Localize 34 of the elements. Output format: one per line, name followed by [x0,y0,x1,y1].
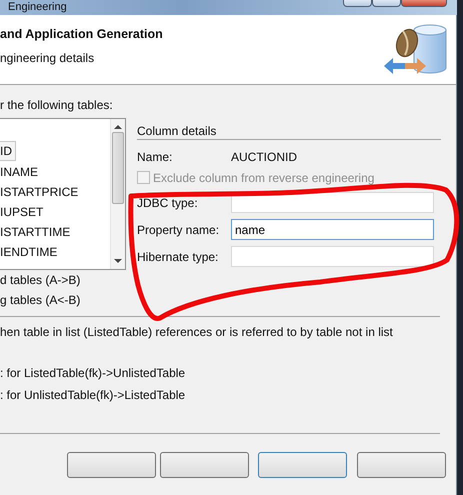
list-item[interactable]: IUPSET [0,202,46,222]
list-item[interactable]: ISTARTTIME [0,222,74,242]
scrollbar[interactable] [110,119,125,269]
option-label: d tables (A->B) [0,272,82,289]
minimize-button[interactable] [343,0,372,7]
dialog-button[interactable] [160,452,249,478]
list-item[interactable]: IENDTIME [0,242,60,262]
option-label: : for ListedTable(fk)->UnlistedTable [0,365,186,382]
dialog-button[interactable] [67,452,156,478]
scroll-thumb[interactable] [112,132,124,204]
input-field[interactable] [231,246,434,267]
dialog-button[interactable] [357,452,446,478]
option-label: : for UnlistedTable(fk)->ListedTable [0,387,186,404]
prompt-label: r the following tables: [0,98,114,114]
close-button[interactable] [401,0,447,7]
field-label: Hibernate type: [137,250,220,264]
option-label: g tables (A<-B) [0,292,82,309]
field-label: Property name: [137,222,220,236]
dialog-title: and Application Generation [0,27,163,41]
description-text: hen table in list (ListedTable) references or is referred to by table not in list [0,325,394,341]
name-value: AUCTIONID [231,150,297,164]
input-field[interactable] [231,192,434,213]
list-item[interactable]: ID [0,141,16,161]
list-item[interactable]: INAME [0,162,42,182]
input-field[interactable]: name [231,219,434,240]
maximize-button[interactable] [372,0,401,7]
section-heading: Column details [137,118,441,140]
dialog-button[interactable] [258,452,347,478]
window-title: Engineering [7,0,67,15]
field-label: Name: [137,150,174,164]
dialog-subtitle: ngineering details [0,51,96,65]
list-item[interactable]: ISTARTPRICE [0,182,82,202]
field-label: JDBC type: [137,196,199,210]
checkbox-label: Exclude column from reverse engineering [153,170,374,185]
